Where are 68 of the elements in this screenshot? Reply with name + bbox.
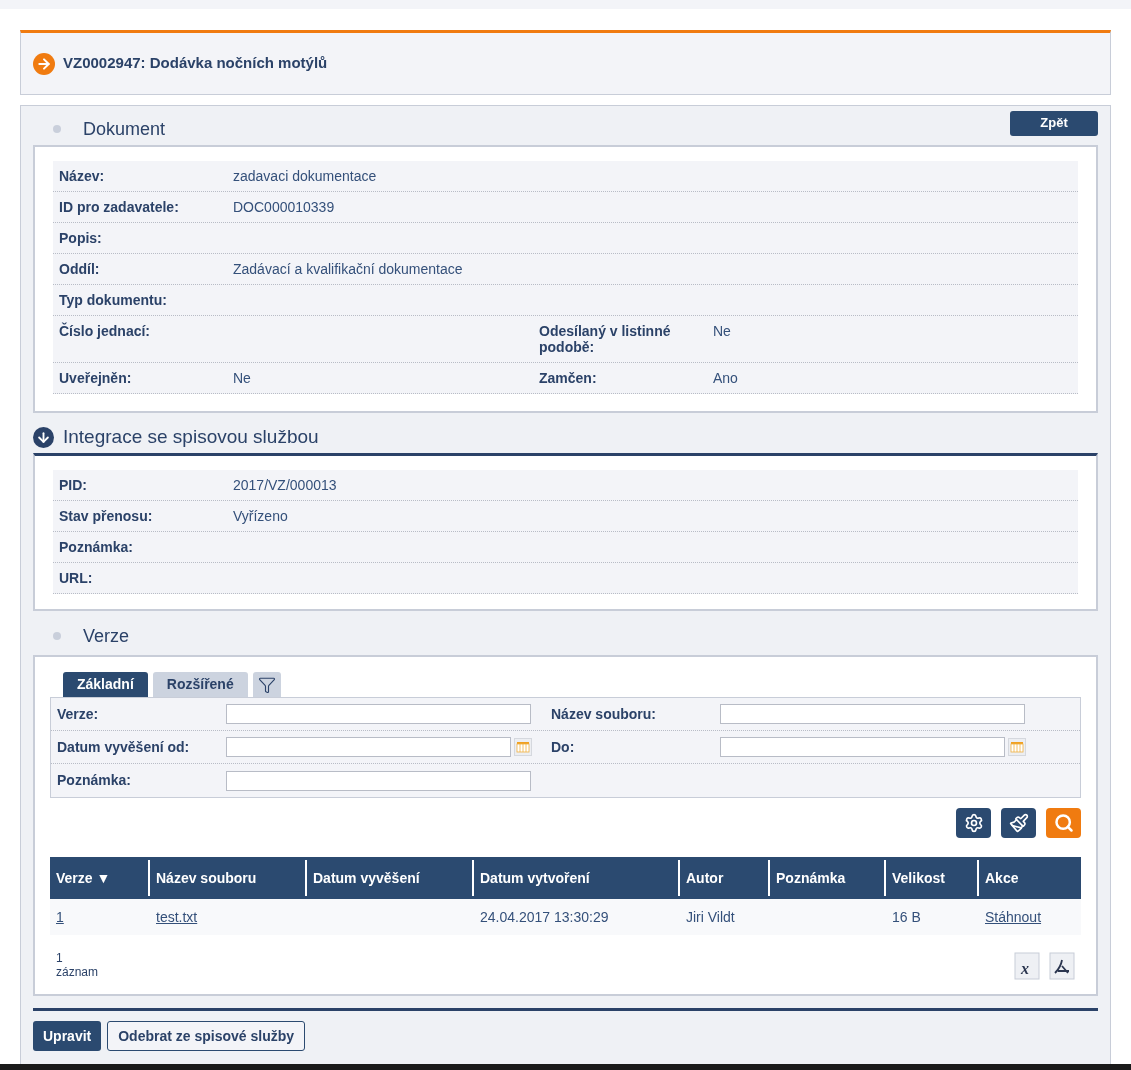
field-value: 2017/VZ/000013 — [233, 477, 337, 493]
column-header[interactable]: Akce — [977, 860, 1081, 896]
record-count: 1 záznam — [56, 951, 98, 979]
column-header[interactable]: Datum vytvoření — [472, 860, 678, 896]
table-cell: 16 B — [892, 908, 921, 925]
text-input[interactable] — [226, 770, 531, 791]
search-button[interactable] — [1046, 808, 1081, 838]
field-label: Typ dokumentu: — [59, 292, 168, 308]
filter-tab[interactable]: Základní — [63, 672, 148, 697]
action-button[interactable]: Upravit — [33, 1021, 102, 1051]
calendar-icon[interactable] — [1008, 738, 1026, 756]
section-title: Dokument — [83, 117, 166, 141]
column-header[interactable]: Autor — [678, 860, 768, 896]
bullet-icon — [53, 125, 61, 133]
table-cell: 24.04.2017 13:30:29 — [480, 908, 609, 925]
text-input[interactable] — [720, 704, 1025, 724]
column-header[interactable]: Poznámka — [768, 860, 884, 896]
field-label: Oddíl: — [59, 261, 101, 277]
filter-tab[interactable]: Rozšířené — [152, 672, 248, 697]
brush-button[interactable] — [1001, 808, 1036, 838]
table-link[interactable]: Stáhnout — [985, 908, 1042, 925]
field-label: Stav přenosu: — [59, 508, 154, 524]
page-title: VZ0002947: Dodávka nočních motýlů — [63, 53, 328, 74]
settings-button[interactable] — [956, 808, 991, 838]
field-label: Popis: — [59, 230, 103, 246]
table-link[interactable]: test.txt — [156, 908, 198, 925]
excel-export-icon[interactable]: x — [1014, 952, 1040, 980]
field-label: Odesílaný v listinné podobě: — [539, 323, 672, 355]
field-label: URL: — [59, 570, 94, 586]
field-value: Vyřízeno — [233, 508, 288, 524]
field-label: Číslo jednací: — [59, 323, 152, 341]
column-header[interactable]: Název souboru — [148, 860, 305, 896]
field-label: Poznámka: — [59, 539, 134, 555]
field-label: ID pro zadavatele: — [59, 199, 180, 215]
date-input[interactable] — [720, 737, 1005, 757]
section-title: Verze — [83, 624, 130, 648]
filter-icon[interactable] — [252, 672, 281, 697]
field-label: Uveřejněn: — [59, 370, 133, 386]
table-cell: Jiri Vildt — [686, 908, 735, 925]
field-label: Poznámka: — [57, 771, 132, 790]
pdf-export-icon[interactable] — [1049, 952, 1075, 980]
table-link[interactable]: 1 — [56, 908, 64, 925]
field-value: DOC000010339 — [233, 199, 335, 215]
field-label: Název souboru: — [551, 704, 657, 724]
section-title: Integrace se spisovou službou — [63, 424, 319, 449]
field-label: PID: — [59, 477, 88, 493]
field-value: Zadávací a kvalifikační dokumentace — [233, 261, 463, 277]
field-value: Ano — [713, 370, 738, 386]
field-label: Do: — [551, 737, 576, 757]
brush-icon — [1008, 813, 1029, 833]
search-icon — [1053, 813, 1074, 833]
column-header[interactable]: Velikost — [884, 860, 977, 896]
field-label: Datum vyvěšení od: — [57, 737, 191, 757]
field-value: zadavaci dokumentace — [233, 168, 377, 184]
field-value: Ne — [233, 370, 251, 386]
column-header[interactable]: Datum vyvěšení — [305, 860, 472, 896]
field-label: Název: — [59, 168, 106, 184]
field-value: Ne — [713, 323, 731, 341]
date-input[interactable] — [226, 737, 511, 757]
calendar-icon[interactable] — [514, 738, 532, 756]
column-header[interactable]: Verze ▼ — [50, 860, 148, 896]
settings-icon — [963, 813, 984, 833]
field-label: Verze: — [57, 704, 100, 724]
text-input[interactable] — [226, 704, 531, 724]
action-button[interactable]: Odebrat ze spisové služby — [107, 1021, 306, 1051]
back-button[interactable]: Zpět — [1010, 110, 1098, 136]
field-label: Zamčen: — [539, 370, 598, 386]
bullet-icon — [53, 632, 61, 640]
